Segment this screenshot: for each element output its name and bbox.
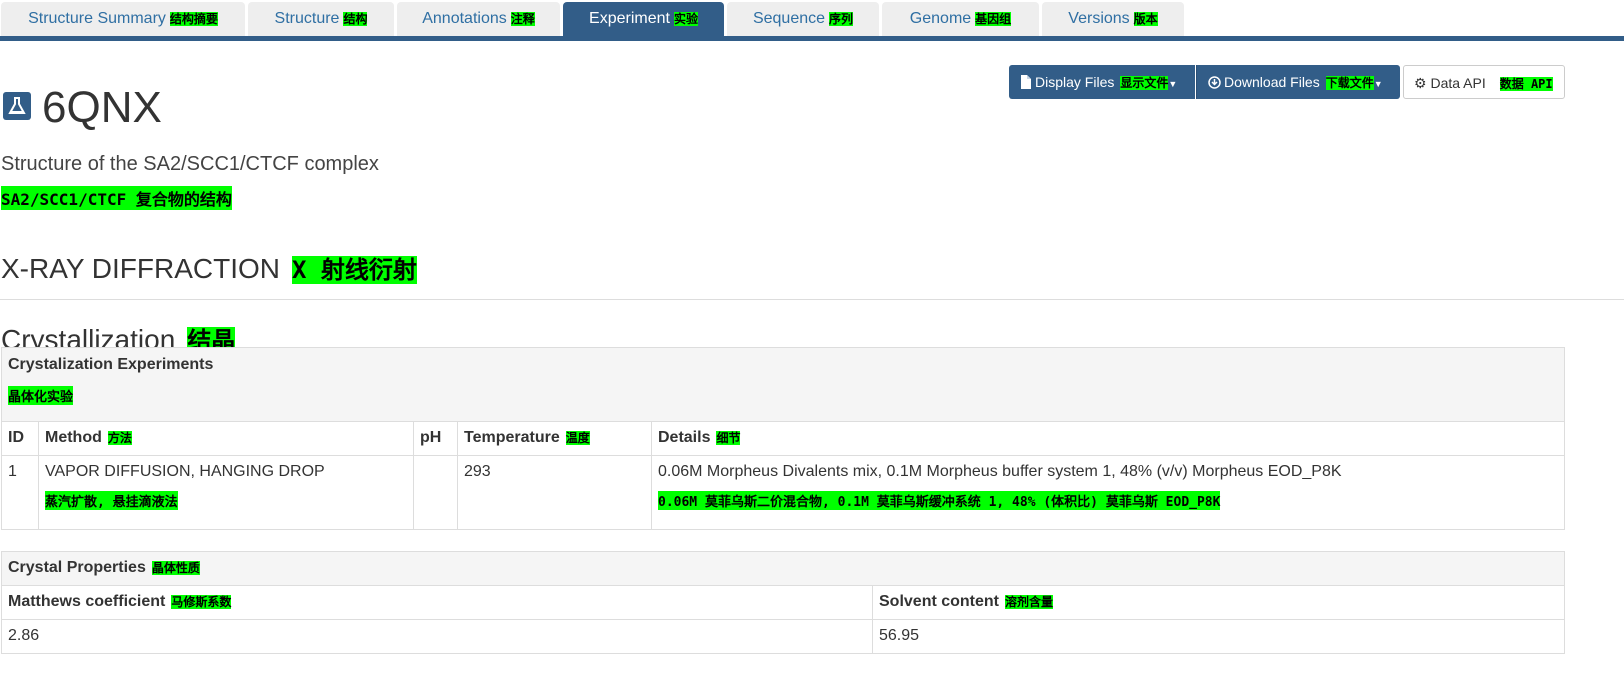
tab-label: Versions [1068,10,1130,27]
tab-label: Structure [274,10,340,27]
gear-icon: ⚙ [1414,75,1427,91]
display-files-translation: 显示文件 [1120,76,1169,90]
cell-details: 0.06M Morpheus Divalents mix, 0.1M Morph… [651,455,1565,530]
tab-label-translation: 注释 [510,12,535,26]
table-caption-translation: 晶体性质 [151,561,200,575]
page-title: 6QNX [42,83,162,132]
column-header-temperature: Temperature 温度 [457,421,652,456]
crystallization-experiments-table: Crystalization Experiments 晶体化实验 ID Meth… [1,347,1565,530]
tab-label: Structure Summary [28,10,166,27]
structure-title-translation: SA2/SCC1/CTCF 复合物的结构 [1,186,232,210]
structure-title: Structure of the SA2/SCC1/CTCF complex [1,153,379,175]
tab-label: Genome [909,10,972,27]
method-label: X-RAY DIFFRACTION [1,253,280,284]
divider [0,299,1624,300]
column-header-label: Method [45,429,102,446]
tab-sequence[interactable]: Sequence 序列 [727,2,879,36]
data-api-button[interactable]: ⚙ Data API 数据 API [1403,65,1565,99]
caret-down-icon: ▼ [1168,79,1178,89]
crystal-properties-table: Crystal Properties 晶体性质 Matthews coeffici… [1,551,1565,654]
tab-experiment[interactable]: Experiment 实验 [563,2,724,36]
cell-method-translation: 蒸汽扩散, 悬挂滴液法 [45,491,178,510]
column-header-label: Matthews coefficient [8,593,166,610]
column-header-label: Solvent content [879,593,1000,610]
data-api-label: Data API [1430,75,1486,91]
tab-label: Experiment [589,10,670,27]
column-header-translation: 方法 [107,431,132,445]
column-header-label: pH [420,429,442,446]
tab-label-translation: 基因组 [975,12,1012,26]
table-caption-label: Crystalization Experiments [8,356,214,373]
tab-label-translation: 结构 [343,12,368,26]
cell-method: VAPOR DIFFUSION, HANGING DROP 蒸汽扩散, 悬挂滴液… [38,455,414,530]
tab-structure-summary[interactable]: Structure Summary 结构摘要 [1,2,245,36]
cell-ph [413,455,458,530]
table-row: 1 VAPOR DIFFUSION, HANGING DROP 蒸汽扩散, 悬挂… [1,455,1565,530]
tab-structure[interactable]: Structure 结构 [248,2,394,36]
cell-details-value: 0.06M Morpheus Divalents mix, 0.1M Morph… [658,463,1342,480]
tab-genome[interactable]: Genome 基因组 [882,2,1039,36]
tab-annotations[interactable]: Annotations 注释 [397,2,560,36]
tab-label-translation: 版本 [1133,12,1158,26]
tab-label-translation: 结构摘要 [169,12,218,26]
download-files-translation: 下载文件 [1325,76,1374,90]
table-caption-translation: 晶体化实验 [8,386,74,405]
display-files-label: Display Files [1035,74,1115,90]
flask-icon [3,92,31,120]
cell-solvent: 56.95 [872,619,1565,654]
column-header-translation: 溶剂含量 [1005,595,1054,609]
column-header-matthews: Matthews coefficient 马修斯系数 [1,585,873,620]
cell-details-translation: 0.06M 莫菲乌斯二价混合物, 0.1M 莫菲乌斯缓冲系统 1, 48% (体… [658,491,1221,510]
file-icon [1021,75,1031,89]
table-row: 2.86 56.95 [1,619,1565,654]
tab-label: Annotations [422,10,507,27]
table-caption-label: Crystal Properties [8,559,146,576]
column-header-label: Temperature [464,429,560,446]
download-files-label: Download Files [1224,74,1320,90]
column-header-label: Details [658,429,711,446]
cell-temperature: 293 [457,455,652,530]
tab-label-translation: 序列 [829,12,854,26]
column-header-solvent: Solvent content 溶剂含量 [872,585,1565,620]
column-header-translation: 细节 [716,431,741,445]
experimental-method: X-RAY DIFFRACTION X 射线衍射 [1,250,417,285]
display-files-button[interactable]: Display Files 显示文件▼ [1009,65,1195,99]
column-header-details: Details 细节 [651,421,1565,456]
tab-versions[interactable]: Versions 版本 [1042,2,1184,36]
method-translation: X 射线衍射 [291,256,417,284]
cell-matthews: 2.86 [1,619,873,654]
table-caption: Crystal Properties 晶体性质 [1,551,1565,586]
cell-method-value: VAPOR DIFFUSION, HANGING DROP [45,463,325,480]
download-circle-icon [1208,76,1221,89]
column-header-translation: 马修斯系数 [171,595,232,609]
tab-label: Sequence [752,10,826,27]
column-header-id: ID [1,421,39,456]
column-header-method: Method 方法 [38,421,414,456]
caret-down-icon: ▼ [1373,79,1383,89]
cell-id: 1 [1,455,39,530]
tab-label-translation: 实验 [673,12,698,26]
download-files-button[interactable]: Download Files 下载文件▼ [1196,65,1400,99]
table-caption: Crystalization Experiments 晶体化实验 [1,347,1565,422]
column-header-translation: 温度 [565,431,590,445]
data-api-translation: 数据 API [1499,77,1553,91]
column-header-ph: pH [413,421,458,456]
column-header-label: ID [8,429,24,446]
tab-bar-underline [0,36,1624,41]
tab-bar: Structure Summary 结构摘要 Structure 结构 Annota… [0,0,1624,36]
